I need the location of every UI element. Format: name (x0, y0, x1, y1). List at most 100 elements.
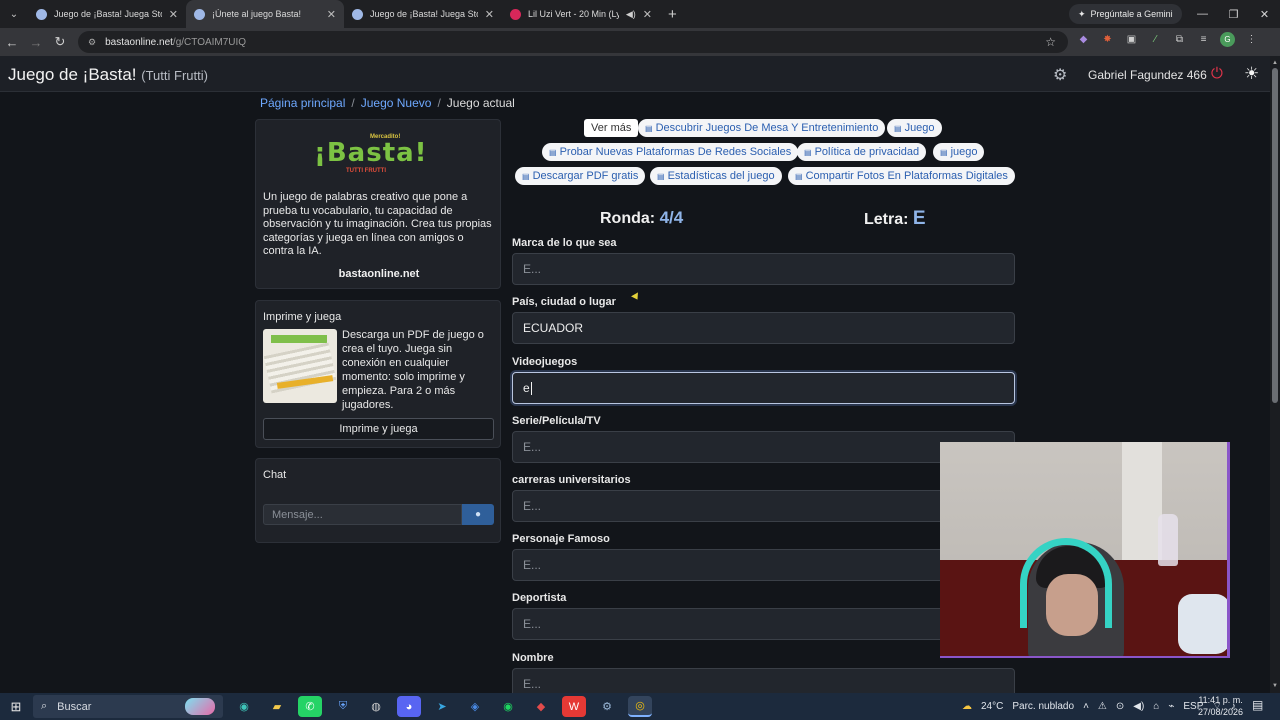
reload-icon[interactable]: ↻ (48, 34, 72, 50)
letter-label: Letra: (864, 211, 909, 228)
pill-link[interactable]: ▤ Probar Nuevas Plataformas De Redes Soci… (542, 143, 799, 161)
youtube-favicon-icon (510, 8, 521, 20)
app-icon[interactable]: ◆ (529, 696, 553, 717)
extension-icon[interactable]: ◆ (1076, 32, 1091, 47)
app-icon[interactable]: ◈ (463, 696, 487, 717)
chrome-menu-icon[interactable]: ⋮ (1244, 32, 1259, 47)
site-favicon-icon (194, 8, 205, 20)
scrollbar-thumb[interactable] (1272, 68, 1278, 403)
back-icon[interactable]: ← (0, 35, 24, 50)
round-value: 4/4 (659, 208, 684, 227)
telegram-icon[interactable]: ➤ (430, 696, 454, 717)
whatsapp-icon[interactable]: ✆ (298, 696, 322, 717)
brand-subtitle: (Tutti Frutti) (141, 68, 208, 83)
browser-tab[interactable]: Juego de ¡Basta! Juega Stop, Tu ✕ (344, 0, 502, 28)
security-icon[interactable]: ⛨ (331, 696, 355, 717)
site-info-icon[interactable]: ⚙ (88, 37, 96, 48)
minimize-icon[interactable]: — (1187, 0, 1218, 28)
field-label-marca: Marca de lo que sea (512, 237, 617, 249)
volume-icon[interactable]: ◀) (1133, 701, 1144, 712)
new-tab-button[interactable]: + (668, 6, 677, 23)
weather-icon[interactable]: ☁ (962, 701, 972, 712)
breadcrumb-home[interactable]: Página principal (260, 96, 345, 110)
pill-link[interactable]: ▤ juego (933, 143, 985, 161)
logo-sub-text: TUTTI FRUTTI (346, 168, 386, 174)
print-and-play-button[interactable]: Imprime y juega (263, 418, 494, 440)
page-scrollbar[interactable]: ▲ ▼ (1270, 56, 1280, 693)
extension-icon[interactable]: ▣ (1124, 32, 1139, 47)
pill-link[interactable]: ▤ Juego (887, 119, 942, 137)
clock-time: 11:41 p. m. (1198, 695, 1243, 705)
breadcrumb-new-game[interactable]: Juego Nuevo (361, 96, 432, 110)
chrome-icon[interactable]: ◎ (628, 696, 652, 717)
site-favicon-icon (352, 8, 363, 20)
address-bar-row: ← → ↻ ⚙ bastaonline.net/g/CTOAIM7UIQ ☆ ◆… (0, 28, 1280, 56)
tray-icon[interactable]: ⌁ (1168, 701, 1174, 712)
close-window-icon[interactable]: ✕ (1249, 0, 1280, 28)
tray-icon[interactable]: ⚠ (1098, 701, 1107, 712)
chevron-up-icon[interactable]: ˄ (1083, 701, 1089, 712)
app-icon[interactable]: ◍ (364, 696, 388, 717)
edge-icon[interactable]: ◉ (232, 696, 256, 717)
site-navbar: Juego de ¡Basta! (Tutti Frutti) ⚙ Gabrie… (0, 56, 1270, 92)
round-label: Ronda: (600, 210, 656, 227)
notification-icon[interactable]: ▤ (1252, 698, 1263, 712)
extension-icon[interactable]: ✸ (1100, 32, 1115, 47)
settings-gear-icon[interactable]: ⚙ (1053, 65, 1067, 85)
profile-avatar[interactable]: G (1220, 32, 1235, 47)
theme-toggle-sun-icon[interactable]: ☀ (1244, 64, 1259, 84)
tray-icon[interactable]: ⌂ (1153, 701, 1159, 712)
steam-icon[interactable]: ⚙ (595, 696, 619, 717)
close-tab-icon[interactable]: ✕ (169, 8, 178, 21)
media-control-icon[interactable]: ≡ (1196, 32, 1211, 47)
restore-icon[interactable]: ❐ (1218, 0, 1249, 28)
bookmark-star-icon[interactable]: ☆ (1045, 35, 1056, 49)
basta-logo[interactable]: Mercadito! ¡Basta! TUTTI FRUTTI (314, 134, 427, 174)
site-brand[interactable]: Juego de ¡Basta! (Tutti Frutti) (8, 65, 208, 85)
username[interactable]: Gabriel Fagundez 466 (1088, 68, 1207, 82)
extension-icon[interactable]: ⁄ (1148, 32, 1163, 47)
taskbar-clock[interactable]: 11:41 p. m. 27/08/2026 (1198, 695, 1243, 718)
scroll-down-icon[interactable]: ▼ (1272, 683, 1278, 689)
pill-link[interactable]: ▤ Compartir Fotos En Plataformas Digitale… (788, 167, 1015, 185)
pill-link[interactable]: ▤ Descubrir Juegos De Mesa Y Entretenimie… (638, 119, 886, 137)
url-input[interactable]: ⚙ bastaonline.net/g/CTOAIM7UIQ ☆ (78, 31, 1068, 53)
field-videojuegos[interactable]: e (512, 372, 1015, 404)
speaker-icon[interactable]: ◀) (626, 9, 636, 20)
print-card-header: Imprime y juega (263, 311, 342, 323)
field-pais[interactable]: ECUADOR (512, 312, 1015, 344)
discord-icon[interactable]: ◕ (397, 696, 421, 717)
gemini-button[interactable]: ✦ Pregúntale a Gemini (1069, 4, 1182, 24)
windows-start-icon[interactable]: ⊞ (0, 699, 32, 715)
field-marca[interactable]: E... (512, 253, 1015, 285)
site-name: bastaonline.net (338, 268, 420, 280)
pill-link[interactable]: ▤ Descargar PDF gratis (515, 167, 646, 185)
close-tab-icon[interactable]: ✕ (327, 8, 336, 21)
tray-icon[interactable]: ⊙ (1116, 701, 1124, 712)
chat-send-icon[interactable]: ● (462, 504, 494, 525)
spotify-icon[interactable]: ◉ (496, 696, 520, 717)
link-icon: ▤ (645, 124, 653, 133)
scroll-up-icon[interactable]: ▲ (1272, 60, 1278, 66)
field-label-pais: País, ciudad o lugar (512, 296, 616, 308)
print-sheet-image[interactable] (263, 329, 337, 403)
file-explorer-icon[interactable]: ▰ (265, 696, 289, 717)
letter-value: E (912, 208, 926, 229)
extensions-puzzle-icon[interactable]: ⧉ (1172, 32, 1187, 47)
chat-message-input[interactable]: Mensaje... (263, 504, 462, 525)
tab-title: Juego de ¡Basta! Juega Stop, Tu (54, 9, 162, 19)
browser-tab[interactable]: Juego de ¡Basta! Juega Stop, Tu ✕ (28, 0, 186, 28)
tab-search-icon[interactable]: ⌄ (0, 9, 28, 20)
app-icon[interactable]: W (562, 696, 586, 717)
browser-tab[interactable]: Lil Uzi Vert - 20 Min (Lyrics) ◀) ✕ (502, 0, 660, 28)
logout-power-icon[interactable]: ⏻ (1211, 65, 1223, 82)
forward-icon[interactable]: → (24, 35, 48, 50)
gemini-label: Pregúntale a Gemini (1090, 9, 1173, 19)
close-tab-icon[interactable]: ✕ (643, 8, 652, 21)
pill-link[interactable]: ▤ Política de privacidad (797, 143, 927, 161)
browser-tab-active[interactable]: ¡Únete al juego Basta! ✕ (186, 0, 344, 28)
ver-mas-button[interactable]: Ver más (584, 119, 639, 137)
taskbar-search[interactable]: ⌕ Buscar (33, 695, 223, 718)
pill-link[interactable]: ▤ Estadísticas del juego (650, 167, 782, 185)
close-tab-icon[interactable]: ✕ (485, 8, 494, 21)
